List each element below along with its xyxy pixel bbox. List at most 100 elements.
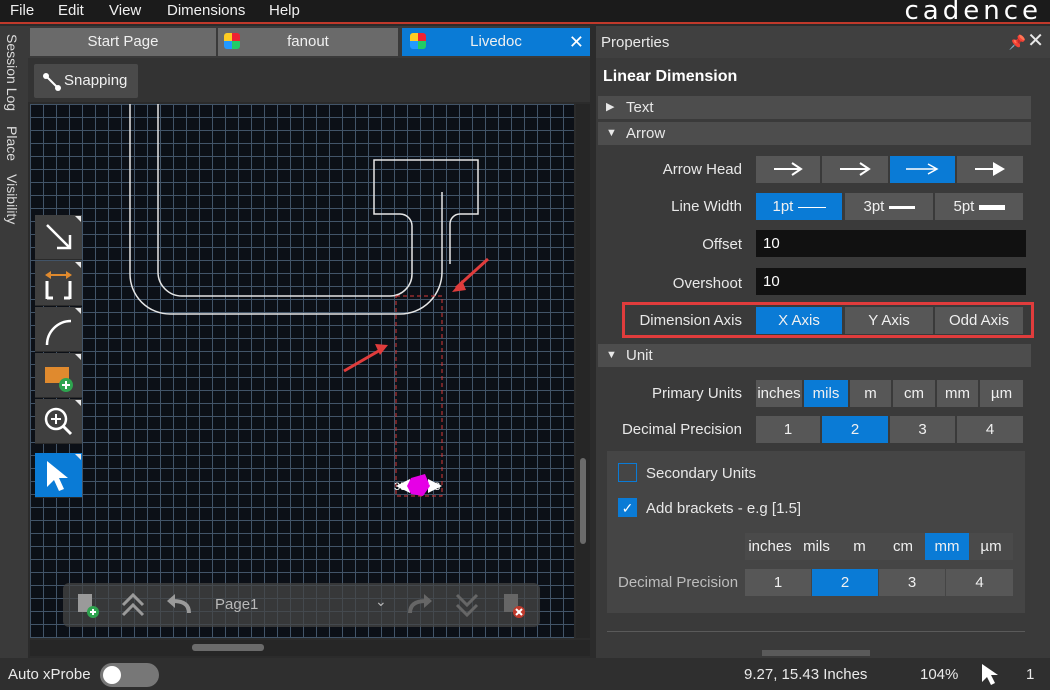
annotation-arrow-2 xyxy=(343,347,383,373)
canvas-toolbar: Snapping xyxy=(28,58,590,102)
secondary-unit-mils[interactable]: mils xyxy=(795,533,838,560)
secondary-unit-cm[interactable]: cm xyxy=(881,533,925,560)
caret-down-icon: ▼ xyxy=(606,127,617,139)
offset-input[interactable]: 10 xyxy=(756,230,1026,257)
offset-label: Offset xyxy=(702,236,742,253)
secondary-precision-2[interactable]: 2 xyxy=(812,569,878,596)
tool-linear-dimension[interactable] xyxy=(35,261,82,306)
tool-add-note[interactable] xyxy=(35,353,82,398)
axis-y-button[interactable]: Y Axis xyxy=(845,307,933,334)
secondary-unit-mm[interactable]: mm xyxy=(925,533,969,560)
tab-fanout[interactable]: fanout xyxy=(218,28,398,56)
line-width-3pt[interactable]: 3pt xyxy=(845,193,933,220)
canvas-horizontal-scrollbar[interactable] xyxy=(30,640,590,656)
scroll-thumb[interactable] xyxy=(192,644,264,651)
dim-text-right: 33 xyxy=(428,481,440,493)
secondary-unit-um[interactable]: µm xyxy=(969,533,1013,560)
previous-page-icon[interactable] xyxy=(165,591,193,619)
precision-2[interactable]: 2 xyxy=(822,416,888,443)
selection-count: 1 xyxy=(1026,666,1035,683)
unit-inches[interactable]: inches xyxy=(756,380,802,407)
scroll-thumb[interactable] xyxy=(580,458,586,544)
cursor-coordinates: 9.27, 15.43 Inches xyxy=(744,666,868,683)
tool-zoom[interactable] xyxy=(35,399,82,444)
delete-page-icon[interactable] xyxy=(499,591,527,619)
line-width-1pt[interactable]: 1pt xyxy=(756,193,842,220)
tab-visibility[interactable]: Visibility xyxy=(4,174,20,224)
last-page-icon[interactable] xyxy=(453,591,481,619)
next-page-icon[interactable] xyxy=(406,591,434,619)
trace-inner xyxy=(157,104,479,297)
close-icon[interactable]: ✕ xyxy=(1027,28,1044,53)
line-width-5pt[interactable]: 5pt xyxy=(935,193,1023,220)
group-unit[interactable]: ▼ Unit xyxy=(598,344,1031,367)
tool-dimension-arrow[interactable] xyxy=(35,215,82,260)
chevron-down-icon[interactable]: ⌄ xyxy=(375,593,387,610)
unit-cm[interactable]: cm xyxy=(893,380,935,407)
toggle-knob xyxy=(103,666,121,684)
tab-label: Livedoc xyxy=(470,33,522,50)
snapping-button[interactable]: Snapping xyxy=(34,64,138,98)
tab-livedoc[interactable]: Livedoc ✕ xyxy=(402,28,590,56)
dimension-handle xyxy=(407,474,430,496)
caret-down-icon: ▼ xyxy=(606,349,617,361)
menu-dimensions[interactable]: Dimensions xyxy=(167,2,245,19)
menu-edit[interactable]: Edit xyxy=(58,2,84,19)
arrow-thin-icon xyxy=(906,163,939,175)
arrow-head-option-3[interactable] xyxy=(890,156,955,183)
dimension-axis-label: Dimension Axis xyxy=(639,312,742,329)
tool-arc-dimension[interactable] xyxy=(35,307,82,352)
properties-title: Properties xyxy=(601,34,670,51)
tab-start-page[interactable]: Start Page xyxy=(30,28,216,56)
section-title: Linear Dimension xyxy=(603,68,738,85)
arrow-head-option-2[interactable] xyxy=(822,156,888,183)
secondary-unit-inches[interactable]: inches xyxy=(745,533,795,560)
unit-mils[interactable]: mils xyxy=(804,380,848,407)
group-text[interactable]: ▶ Text xyxy=(598,96,1031,119)
secondary-unit-m[interactable]: m xyxy=(838,533,881,560)
tab-session-log[interactable]: Session Log xyxy=(4,34,20,111)
secondary-units-checkbox[interactable] xyxy=(618,463,637,482)
arrow-open-icon xyxy=(774,162,803,176)
status-bar: Auto xProbe 9.27, 15.43 Inches 104% 1 xyxy=(0,658,1050,690)
group-arrow[interactable]: ▼ Arrow xyxy=(598,122,1031,145)
option-label: 5pt xyxy=(953,198,975,215)
secondary-precision-3[interactable]: 3 xyxy=(879,569,945,596)
precision-1[interactable]: 1 xyxy=(756,416,820,443)
auto-xprobe-toggle[interactable] xyxy=(100,663,159,687)
menu-help[interactable]: Help xyxy=(269,2,300,19)
trace-outer xyxy=(129,104,443,315)
overshoot-input[interactable]: 10 xyxy=(756,268,1026,295)
close-icon[interactable]: ✕ xyxy=(569,28,584,56)
pin-icon[interactable]: 📌 xyxy=(1009,34,1026,51)
tool-select[interactable] xyxy=(35,453,82,498)
secondary-precision-4[interactable]: 4 xyxy=(946,569,1013,596)
document-tabs: Start Page fanout Livedoc ✕ xyxy=(28,26,590,58)
design-canvas[interactable]: 35 33 xyxy=(30,104,574,638)
unit-m[interactable]: m xyxy=(850,380,891,407)
menu-view[interactable]: View xyxy=(109,2,141,19)
unit-um[interactable]: µm xyxy=(980,380,1023,407)
properties-header: Properties 📌 ✕ xyxy=(596,26,1050,58)
page-select[interactable]: Page1 xyxy=(215,596,258,613)
auto-xprobe-label: Auto xProbe xyxy=(8,666,91,683)
panel-scroll-thumb[interactable] xyxy=(762,650,870,656)
secondary-precision-1[interactable]: 1 xyxy=(745,569,811,596)
secondary-units-label: Secondary Units xyxy=(646,465,757,482)
arrow-head-option-4[interactable] xyxy=(957,156,1023,183)
canvas-vertical-scrollbar[interactable] xyxy=(576,104,590,638)
add-brackets-checkbox[interactable]: ✓ xyxy=(618,498,637,517)
add-page-icon[interactable] xyxy=(73,591,101,619)
secondary-decimal-precision-label: Decimal Precision xyxy=(618,574,739,591)
snapping-icon xyxy=(43,73,61,91)
line-sample xyxy=(797,206,826,208)
menu-file[interactable]: File xyxy=(10,2,34,19)
precision-4[interactable]: 4 xyxy=(957,416,1023,443)
unit-mm[interactable]: mm xyxy=(937,380,978,407)
axis-odd-button[interactable]: Odd Axis xyxy=(935,307,1023,334)
tab-place[interactable]: Place xyxy=(4,126,20,161)
axis-x-button[interactable]: X Axis xyxy=(756,307,842,334)
precision-3[interactable]: 3 xyxy=(890,416,955,443)
first-page-icon[interactable] xyxy=(119,591,147,619)
arrow-head-option-1[interactable] xyxy=(756,156,820,183)
